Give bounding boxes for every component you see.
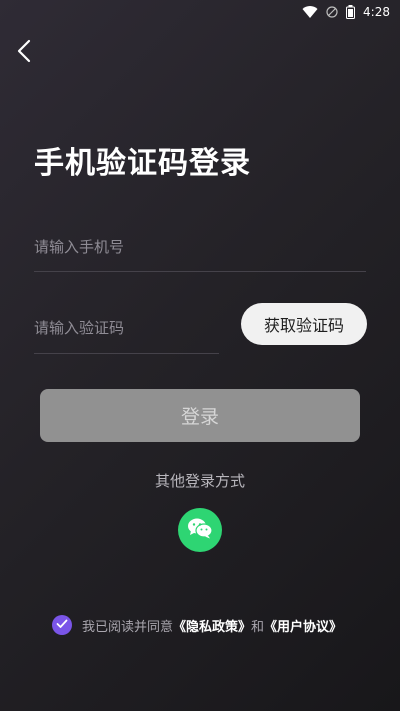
phone-field (34, 222, 366, 272)
other-login-methods-label: 其他登录方式 (154, 472, 245, 490)
verification-code-input[interactable] (34, 303, 219, 353)
phone-input[interactable] (34, 222, 366, 271)
user-agreement-link[interactable]: 《用户协议》 (264, 616, 342, 635)
check-icon (56, 618, 68, 633)
wechat-icon (187, 517, 213, 543)
agreement-conjunction: 和 (251, 619, 265, 635)
status-time: 4:28 (363, 5, 390, 19)
wifi-icon (302, 5, 318, 19)
page-title: 手机验证码登录 (34, 146, 251, 181)
status-bar: 4:28 (0, 0, 400, 24)
no-signal-icon (326, 6, 338, 18)
battery-icon (346, 5, 356, 19)
login-button[interactable]: 登录 (40, 389, 360, 442)
code-field (34, 303, 219, 354)
agreement-prefix: 我已阅读并同意 (82, 619, 174, 635)
get-code-button[interactable]: 获取验证码 (241, 303, 367, 345)
agreement-checkbox[interactable] (52, 615, 72, 635)
agreement-row: 我已阅读并同意 《隐私政策》 和 《用户协议》 (52, 614, 342, 636)
chevron-left-icon (17, 39, 31, 67)
wechat-login-button[interactable] (178, 508, 222, 552)
privacy-policy-link[interactable]: 《隐私政策》 (173, 616, 251, 635)
back-button[interactable] (10, 38, 38, 68)
